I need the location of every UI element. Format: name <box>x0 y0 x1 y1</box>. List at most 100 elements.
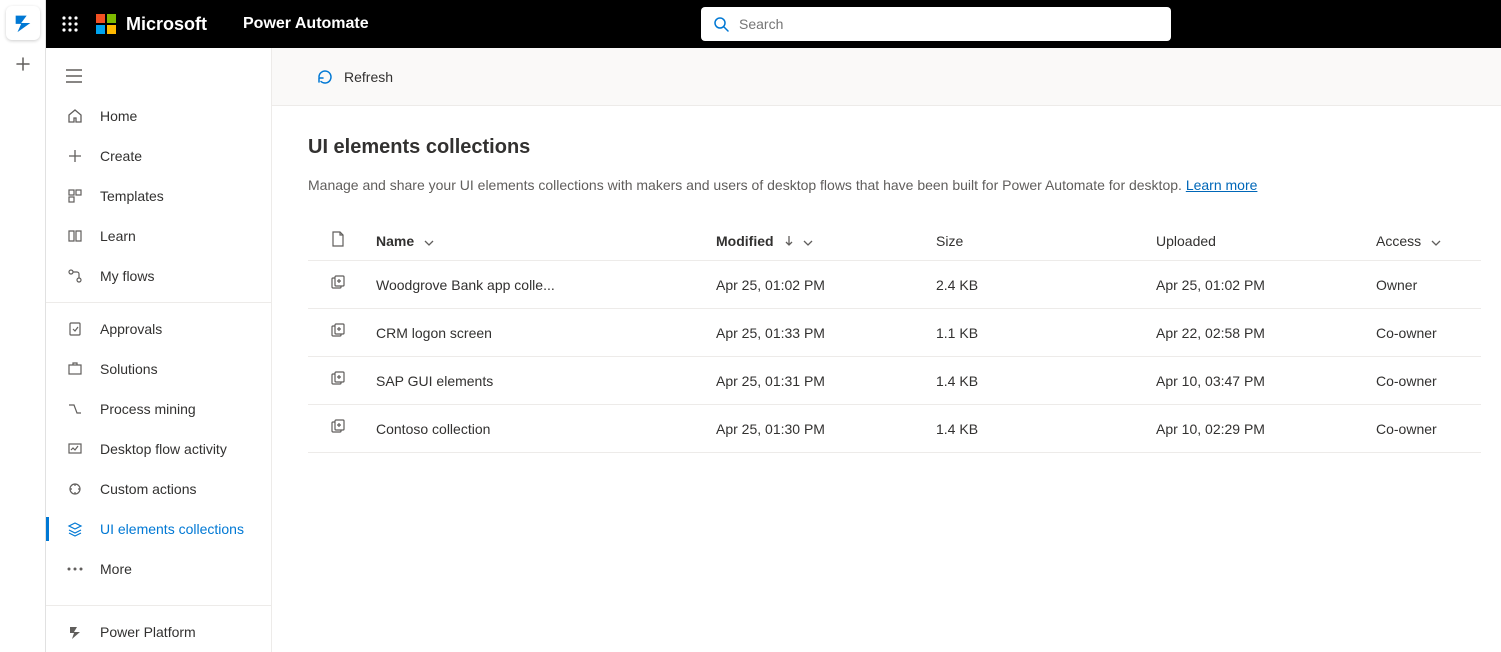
nav-label: Templates <box>100 188 164 204</box>
process-mining-icon <box>66 400 84 418</box>
main-content: UI elements collections Manage and share… <box>272 106 1501 652</box>
nav-templates[interactable]: Templates <box>46 176 271 216</box>
row-uploaded: Apr 10, 03:47 PM <box>1148 357 1368 405</box>
chevron-down-icon <box>424 240 434 246</box>
file-icon <box>331 231 345 247</box>
nav-label: Solutions <box>100 361 158 377</box>
nav-process-mining[interactable]: Process mining <box>46 389 271 429</box>
power-automate-icon <box>12 12 34 34</box>
app-launcher-button[interactable] <box>46 0 94 48</box>
nav-label: My flows <box>100 268 154 284</box>
collection-icon <box>330 371 346 387</box>
nav-create[interactable]: Create <box>46 136 271 176</box>
nav-label: UI elements collections <box>100 521 244 537</box>
chevron-down-icon <box>1431 240 1441 246</box>
nav-label: Desktop flow activity <box>100 441 227 457</box>
row-modified: Apr 25, 01:02 PM <box>708 261 928 309</box>
plus-icon <box>66 147 84 165</box>
nav-power-platform[interactable]: Power Platform <box>46 612 271 652</box>
nav-approvals[interactable]: Approvals <box>46 309 271 349</box>
row-size: 2.4 KB <box>928 261 1148 309</box>
search-icon <box>713 16 729 32</box>
col-icon <box>308 221 368 261</box>
row-uploaded: Apr 10, 02:29 PM <box>1148 405 1368 453</box>
approvals-icon <box>66 320 84 338</box>
refresh-button[interactable]: Refresh <box>316 68 393 86</box>
collection-icon <box>330 323 346 339</box>
row-icon-cell <box>308 309 368 357</box>
nav-divider <box>46 605 271 606</box>
hamburger-icon <box>66 69 82 83</box>
utility-rail <box>0 0 46 652</box>
nav-label: Create <box>100 148 142 164</box>
row-size: 1.4 KB <box>928 357 1148 405</box>
row-name: CRM logon screen <box>368 309 708 357</box>
row-uploaded: Apr 25, 01:02 PM <box>1148 261 1368 309</box>
col-modified[interactable]: Modified <box>708 221 928 261</box>
nav-collapse-button[interactable] <box>46 56 271 96</box>
nav-label: Custom actions <box>100 481 196 497</box>
row-modified: Apr 25, 01:31 PM <box>708 357 928 405</box>
row-name: Contoso collection <box>368 405 708 453</box>
nav-learn[interactable]: Learn <box>46 216 271 256</box>
learn-more-link[interactable]: Learn more <box>1186 177 1258 193</box>
power-automate-app-tile[interactable] <box>6 6 40 40</box>
row-access: Co-owner <box>1368 309 1481 357</box>
page-description: Manage and share your UI elements collec… <box>308 177 1481 193</box>
waffle-icon <box>62 16 78 32</box>
row-modified: Apr 25, 01:33 PM <box>708 309 928 357</box>
microsoft-logo-icon <box>96 14 116 34</box>
search-input[interactable] <box>739 16 1159 32</box>
templates-icon <box>66 187 84 205</box>
col-name[interactable]: Name <box>368 221 708 261</box>
nav-desktop-flow-activity[interactable]: Desktop flow activity <box>46 429 271 469</box>
row-uploaded: Apr 22, 02:58 PM <box>1148 309 1368 357</box>
nav-divider <box>46 302 271 303</box>
refresh-icon <box>316 68 334 86</box>
table-header-row: Name Modified Size Uploaded Access <box>308 221 1481 261</box>
table-row[interactable]: SAP GUI elementsApr 25, 01:31 PM1.4 KBAp… <box>308 357 1481 405</box>
col-access[interactable]: Access <box>1368 221 1481 261</box>
page-title: UI elements collections <box>308 136 1481 159</box>
nav-solutions[interactable]: Solutions <box>46 349 271 389</box>
row-icon-cell <box>308 405 368 453</box>
refresh-label: Refresh <box>344 69 393 85</box>
product-name[interactable]: Power Automate <box>243 15 369 33</box>
row-access: Owner <box>1368 261 1481 309</box>
microsoft-logo[interactable]: Microsoft <box>96 14 207 35</box>
nav-home[interactable]: Home <box>46 96 271 136</box>
row-modified: Apr 25, 01:30 PM <box>708 405 928 453</box>
row-icon-cell <box>308 261 368 309</box>
row-size: 1.4 KB <box>928 405 1148 453</box>
search-box[interactable] <box>701 7 1171 41</box>
col-size[interactable]: Size <box>928 221 1148 261</box>
nav-my-flows[interactable]: My flows <box>46 256 271 296</box>
nav-label: Process mining <box>100 401 196 417</box>
table-row[interactable]: Contoso collectionApr 25, 01:30 PM1.4 KB… <box>308 405 1481 453</box>
row-access: Co-owner <box>1368 405 1481 453</box>
collections-table: Name Modified Size Uploaded Access <box>308 221 1481 453</box>
row-name: Woodgrove Bank app colle... <box>368 261 708 309</box>
power-platform-icon <box>66 623 84 641</box>
chevron-down-icon <box>803 240 813 246</box>
nav-label: More <box>100 561 132 577</box>
table-row[interactable]: Woodgrove Bank app colle...Apr 25, 01:02… <box>308 261 1481 309</box>
nav-custom-actions[interactable]: Custom actions <box>46 469 271 509</box>
nav-more[interactable]: More <box>46 549 271 589</box>
activity-icon <box>66 440 84 458</box>
nav-ui-elements-collections[interactable]: UI elements collections <box>46 509 271 549</box>
nav-label: Home <box>100 108 137 124</box>
more-icon <box>66 560 84 578</box>
plus-icon <box>15 56 31 72</box>
home-icon <box>66 107 84 125</box>
solutions-icon <box>66 360 84 378</box>
custom-actions-icon <box>66 480 84 498</box>
app-header: Microsoft Power Automate <box>46 0 1501 48</box>
row-icon-cell <box>308 357 368 405</box>
table-row[interactable]: CRM logon screenApr 25, 01:33 PM1.1 KBAp… <box>308 309 1481 357</box>
col-uploaded[interactable]: Uploaded <box>1148 221 1368 261</box>
nav-label: Learn <box>100 228 136 244</box>
add-tab-button[interactable] <box>13 54 33 74</box>
nav-label: Power Platform <box>100 624 196 640</box>
book-icon <box>66 227 84 245</box>
